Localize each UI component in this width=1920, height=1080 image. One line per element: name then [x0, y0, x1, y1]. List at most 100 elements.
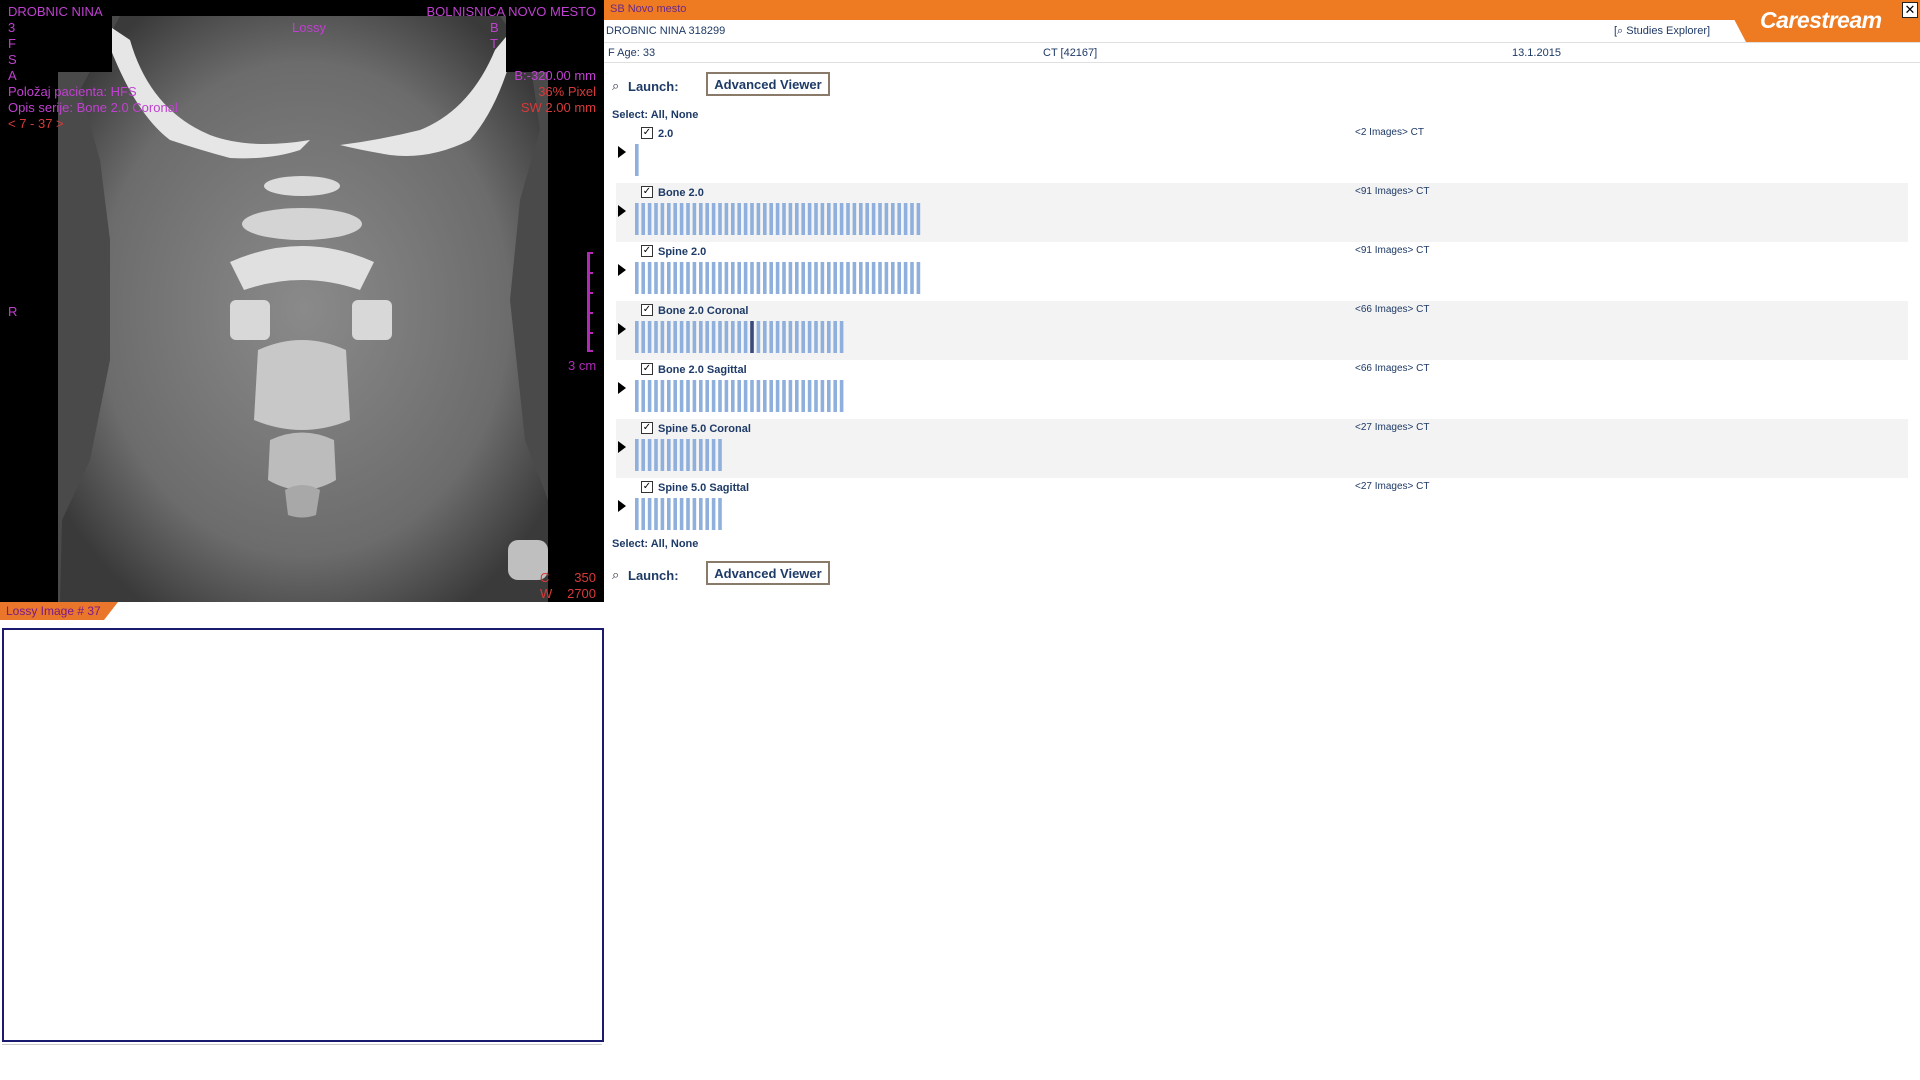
thumbnail-bar[interactable] — [878, 203, 882, 235]
thumbnail-bar[interactable] — [795, 203, 799, 235]
thumbnail-bar[interactable] — [839, 380, 844, 412]
thumbnail-bar[interactable] — [692, 321, 697, 353]
series-row[interactable]: ✓ 2.0 <2 Images> CT — [616, 124, 1908, 183]
thumbnail-bar[interactable] — [641, 262, 645, 294]
expand-triangle-icon[interactable] — [618, 500, 626, 512]
thumbnail-bar[interactable] — [718, 203, 722, 235]
series-checkbox[interactable]: ✓ — [641, 304, 653, 316]
series-row[interactable]: ✓ Spine 5.0 Coronal <27 Images> CT — [616, 419, 1908, 478]
thumbnail-bar[interactable] — [647, 203, 652, 235]
studies-explorer-link[interactable]: [⌕ Studies Explorer] — [1614, 25, 1710, 38]
thumbnail-bar[interactable] — [679, 321, 684, 353]
select-all-none-bottom[interactable]: Select: All, None — [612, 538, 698, 550]
thumbnail-bar[interactable] — [814, 380, 818, 412]
thumbnail-bar[interactable] — [692, 439, 697, 471]
thumbnail-bar[interactable] — [769, 262, 773, 294]
series-checkbox[interactable]: ✓ — [641, 363, 653, 375]
thumbnail-bar[interactable] — [820, 203, 825, 235]
expand-triangle-icon[interactable] — [618, 323, 626, 335]
thumbnail-bar[interactable] — [635, 439, 639, 471]
overlay-image-range[interactable]: < 7 - 37 > — [8, 116, 64, 132]
series-thumbnail-strip[interactable] — [635, 321, 846, 353]
thumbnail-bar[interactable] — [916, 203, 921, 235]
thumbnail-bar[interactable] — [737, 321, 741, 353]
thumbnail-bar[interactable] — [667, 262, 671, 294]
thumbnail-bar[interactable] — [679, 262, 684, 294]
thumbnail-bar[interactable] — [782, 203, 786, 235]
expand-triangle-icon[interactable] — [618, 205, 626, 217]
thumbnail-bar[interactable] — [769, 321, 773, 353]
thumbnail-bar[interactable] — [711, 262, 716, 294]
thumbnail-bar[interactable] — [788, 321, 793, 353]
thumbnail-bar[interactable] — [711, 380, 716, 412]
thumbnail-bar[interactable] — [667, 203, 671, 235]
thumbnail-bar[interactable] — [660, 439, 665, 471]
series-thumbnail-strip[interactable] — [635, 144, 641, 176]
thumbnail-bar[interactable] — [692, 380, 697, 412]
thumbnail-bar[interactable] — [641, 203, 645, 235]
thumbnail-bar[interactable] — [699, 380, 703, 412]
thumbnail-bar[interactable] — [763, 203, 767, 235]
thumbnail-bar[interactable] — [635, 380, 639, 412]
thumbnail-bar[interactable] — [878, 262, 882, 294]
thumbnail-bar[interactable] — [705, 380, 709, 412]
thumbnail-bar[interactable] — [788, 380, 793, 412]
thumbnail-bar[interactable] — [679, 439, 684, 471]
thumbnail-bar[interactable] — [641, 380, 645, 412]
thumbnail-bar[interactable] — [775, 262, 780, 294]
thumbnail-bar[interactable] — [731, 203, 735, 235]
thumbnail-bar[interactable] — [775, 380, 780, 412]
thumbnail-bar[interactable] — [673, 321, 677, 353]
expand-triangle-icon[interactable] — [618, 441, 626, 453]
thumbnail-bar[interactable] — [916, 262, 921, 294]
thumbnail-bar[interactable] — [871, 262, 876, 294]
thumbnail-bar[interactable] — [711, 498, 716, 530]
thumbnail-bar[interactable] — [775, 203, 780, 235]
thumbnail-bar[interactable] — [820, 321, 825, 353]
thumbnail-bar[interactable] — [846, 262, 850, 294]
thumbnail-bar[interactable] — [718, 321, 722, 353]
thumbnail-bar[interactable] — [660, 498, 665, 530]
thumbnail-bar[interactable] — [833, 380, 837, 412]
thumbnail-bar[interactable] — [635, 203, 639, 235]
thumbnail-bar[interactable] — [827, 380, 831, 412]
thumbnail-bar[interactable] — [654, 262, 658, 294]
thumbnail-bar[interactable] — [641, 439, 645, 471]
thumbnail-bar[interactable] — [884, 203, 889, 235]
thumbnail-bar[interactable] — [820, 262, 825, 294]
thumbnail-bar[interactable] — [795, 380, 799, 412]
thumbnail-bar[interactable] — [654, 380, 658, 412]
thumbnail-bar[interactable] — [833, 203, 837, 235]
thumbnail-bar[interactable] — [897, 262, 901, 294]
thumbnail-bar[interactable] — [724, 380, 729, 412]
thumbnail-bar[interactable] — [699, 498, 703, 530]
thumbnail-bar[interactable] — [724, 321, 729, 353]
thumbnail-bar[interactable] — [814, 203, 818, 235]
thumbnail-bar[interactable] — [782, 321, 786, 353]
thumbnail-bar[interactable] — [801, 380, 805, 412]
thumbnail-bar[interactable] — [756, 321, 761, 353]
thumbnail-bar[interactable] — [801, 321, 805, 353]
thumbnail-bar[interactable] — [820, 380, 825, 412]
series-checkbox[interactable]: ✓ — [641, 127, 653, 139]
thumbnail-bar[interactable] — [647, 321, 652, 353]
thumbnail-bar[interactable] — [795, 262, 799, 294]
thumbnail-bar[interactable] — [686, 498, 690, 530]
thumbnail-bar[interactable] — [910, 203, 914, 235]
expand-triangle-icon[interactable] — [618, 146, 626, 158]
thumbnail-bar[interactable] — [852, 262, 857, 294]
thumbnail-bar[interactable] — [884, 262, 889, 294]
series-checkbox[interactable]: ✓ — [641, 186, 653, 198]
thumbnail-bar[interactable] — [679, 380, 684, 412]
series-thumbnail-strip[interactable] — [635, 380, 846, 412]
series-checkbox[interactable]: ✓ — [641, 245, 653, 257]
thumbnail-bar[interactable] — [647, 262, 652, 294]
thumbnail-bar[interactable] — [846, 203, 850, 235]
series-thumbnail-strip[interactable] — [635, 203, 923, 235]
thumbnail-bar[interactable] — [673, 380, 677, 412]
thumbnail-bar[interactable] — [769, 380, 773, 412]
thumbnail-bar[interactable] — [641, 321, 645, 353]
thumbnail-bar[interactable] — [903, 262, 908, 294]
thumbnail-bar[interactable] — [910, 262, 914, 294]
thumbnail-bar[interactable] — [654, 498, 658, 530]
